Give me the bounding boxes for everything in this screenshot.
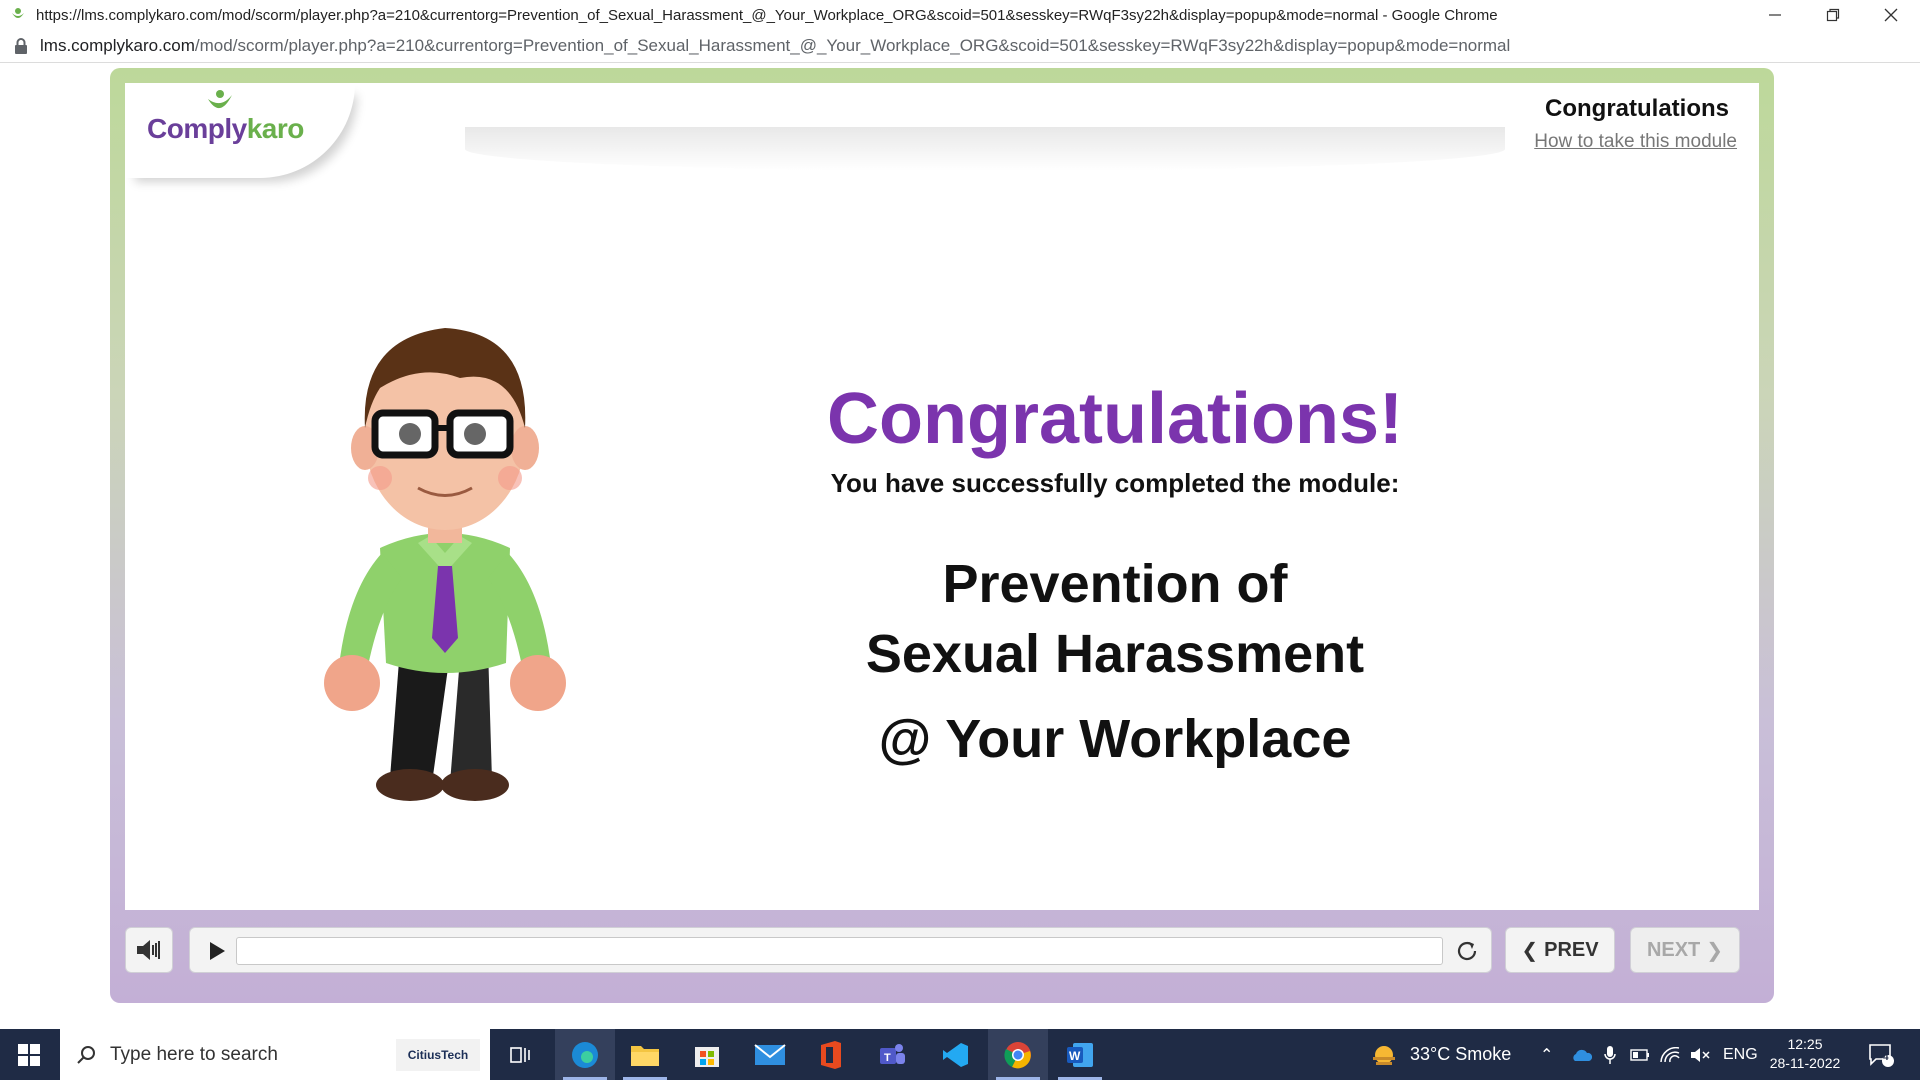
module-name-line-1: Prevention of <box>942 554 1288 614</box>
microphone-icon[interactable] <box>1604 1029 1616 1080</box>
restore-button[interactable] <box>1804 0 1862 30</box>
teams-icon: T <box>880 1043 905 1064</box>
scorm-player: Complykaro Congratulations How to take t… <box>110 68 1774 1003</box>
office-icon <box>821 1040 841 1069</box>
slide-area: Complykaro Congratulations How to take t… <box>125 83 1759 910</box>
search-placeholder: Type here to search <box>110 1043 278 1065</box>
taskbar-mail[interactable] <box>740 1029 800 1080</box>
restore-icon <box>1826 8 1840 22</box>
complykaro-logo: Complykaro <box>147 113 304 145</box>
mail-icon <box>754 1043 786 1065</box>
taskbar-teams[interactable]: T <box>862 1029 922 1080</box>
speaker-icon <box>137 940 160 960</box>
battery-icon[interactable] <box>1630 1029 1650 1080</box>
address-bar[interactable]: lms.complykaro.com /mod/scorm/player.php… <box>0 30 1920 63</box>
slide-title: Congratulations <box>1545 95 1729 122</box>
next-label: NEXT <box>1646 938 1701 961</box>
weather-sun-icon <box>1373 1045 1395 1065</box>
taskbar-file-explorer[interactable] <box>615 1029 675 1080</box>
module-name-line-3: @ Your Workplace <box>878 709 1352 769</box>
notification-center-button[interactable]: 4 <box>1868 1029 1894 1080</box>
weather-widget[interactable]: 33°C Smoke <box>1370 1029 1511 1080</box>
completion-message: You have successfully completed the modu… <box>830 468 1400 498</box>
weather-text: 33°C Smoke <box>1410 1044 1512 1064</box>
seek-bar-container <box>189 927 1492 973</box>
complykaro-favicon-icon <box>12 8 24 18</box>
search-brand-badge: CitiusTech <box>396 1039 480 1071</box>
vscode-icon <box>943 1042 968 1067</box>
folder-icon <box>631 1045 659 1066</box>
speaker-muted-icon[interactable] <box>1690 1029 1712 1080</box>
windows-logo-icon <box>18 1043 40 1066</box>
close-window-button[interactable] <box>1862 0 1920 30</box>
lock-icon <box>15 38 27 54</box>
edge-icon <box>572 1041 598 1068</box>
word-icon: W <box>1067 1042 1093 1067</box>
player-controls: ❮ PREV NEXT ❯ <box>125 923 1759 979</box>
header-divider <box>465 127 1505 171</box>
chevron-right-icon: ❯ <box>1706 939 1724 962</box>
logo-karo-text: karo <box>246 113 305 144</box>
logo-comply-text: Comply <box>147 113 247 144</box>
language-indicator[interactable]: ENG <box>1723 1029 1758 1080</box>
seek-track[interactable] <box>236 937 1443 965</box>
task-view-icon <box>510 1046 530 1063</box>
taskbar-store[interactable] <box>677 1029 737 1080</box>
congratulations-heading: Congratulations! <box>827 379 1403 459</box>
task-view-button[interactable] <box>490 1029 550 1080</box>
chevron-left-icon: ❮ <box>1521 939 1539 962</box>
tray-chevron-up-icon[interactable]: ⌃ <box>1540 1029 1553 1080</box>
wifi-icon[interactable] <box>1660 1029 1680 1080</box>
taskbar-vscode[interactable] <box>925 1029 985 1080</box>
volume-button[interactable] <box>125 927 173 973</box>
prev-label: PREV <box>1544 938 1599 961</box>
search-icon <box>77 1045 95 1064</box>
close-icon <box>1884 8 1898 22</box>
windows-taskbar: Type here to search CitiusTech T W 33°C … <box>0 1029 1920 1080</box>
url-path: /mod/scorm/player.php?a=210&currentorg=P… <box>194 36 1511 55</box>
cartoon-character-illustration <box>324 328 566 801</box>
replay-icon[interactable] <box>1455 939 1479 963</box>
how-to-take-module-link[interactable]: How to take this module <box>1534 131 1737 153</box>
next-button[interactable]: NEXT ❯ <box>1630 927 1740 973</box>
onedrive-icon[interactable] <box>1570 1029 1592 1080</box>
play-icon[interactable] <box>208 941 226 961</box>
store-icon <box>695 1046 719 1067</box>
taskbar-edge[interactable] <box>555 1029 615 1080</box>
url-host: lms.complykaro.com <box>40 36 195 55</box>
notification-count: 4 <box>1883 1052 1889 1063</box>
chrome-icon <box>1004 1041 1031 1068</box>
window-titlebar: https://lms.complykaro.com/mod/scorm/pla… <box>0 0 1920 30</box>
prev-button[interactable]: ❮ PREV <box>1505 927 1615 973</box>
taskbar-clock[interactable]: 12:25 28-11-2022 <box>1755 1035 1855 1073</box>
minimize-button[interactable] <box>1746 0 1804 30</box>
start-button[interactable] <box>0 1029 58 1080</box>
clock-date: 28-11-2022 <box>1769 1055 1841 1071</box>
clock-time: 12:25 <box>1787 1036 1823 1052</box>
svg-text:T: T <box>884 1052 891 1064</box>
window-title: https://lms.complykaro.com/mod/scorm/pla… <box>36 6 1498 24</box>
svg-text:W: W <box>1069 1049 1081 1063</box>
logo-badge: Complykaro <box>125 83 355 178</box>
taskbar-word[interactable]: W <box>1050 1029 1110 1080</box>
taskbar-search-box[interactable]: Type here to search CitiusTech <box>60 1029 490 1080</box>
notification-icon <box>1869 1043 1894 1067</box>
taskbar-chrome[interactable] <box>988 1029 1048 1080</box>
minimize-icon <box>1769 14 1781 16</box>
taskbar-office[interactable] <box>800 1029 860 1080</box>
module-name-line-2: Sexual Harassment <box>865 624 1365 684</box>
